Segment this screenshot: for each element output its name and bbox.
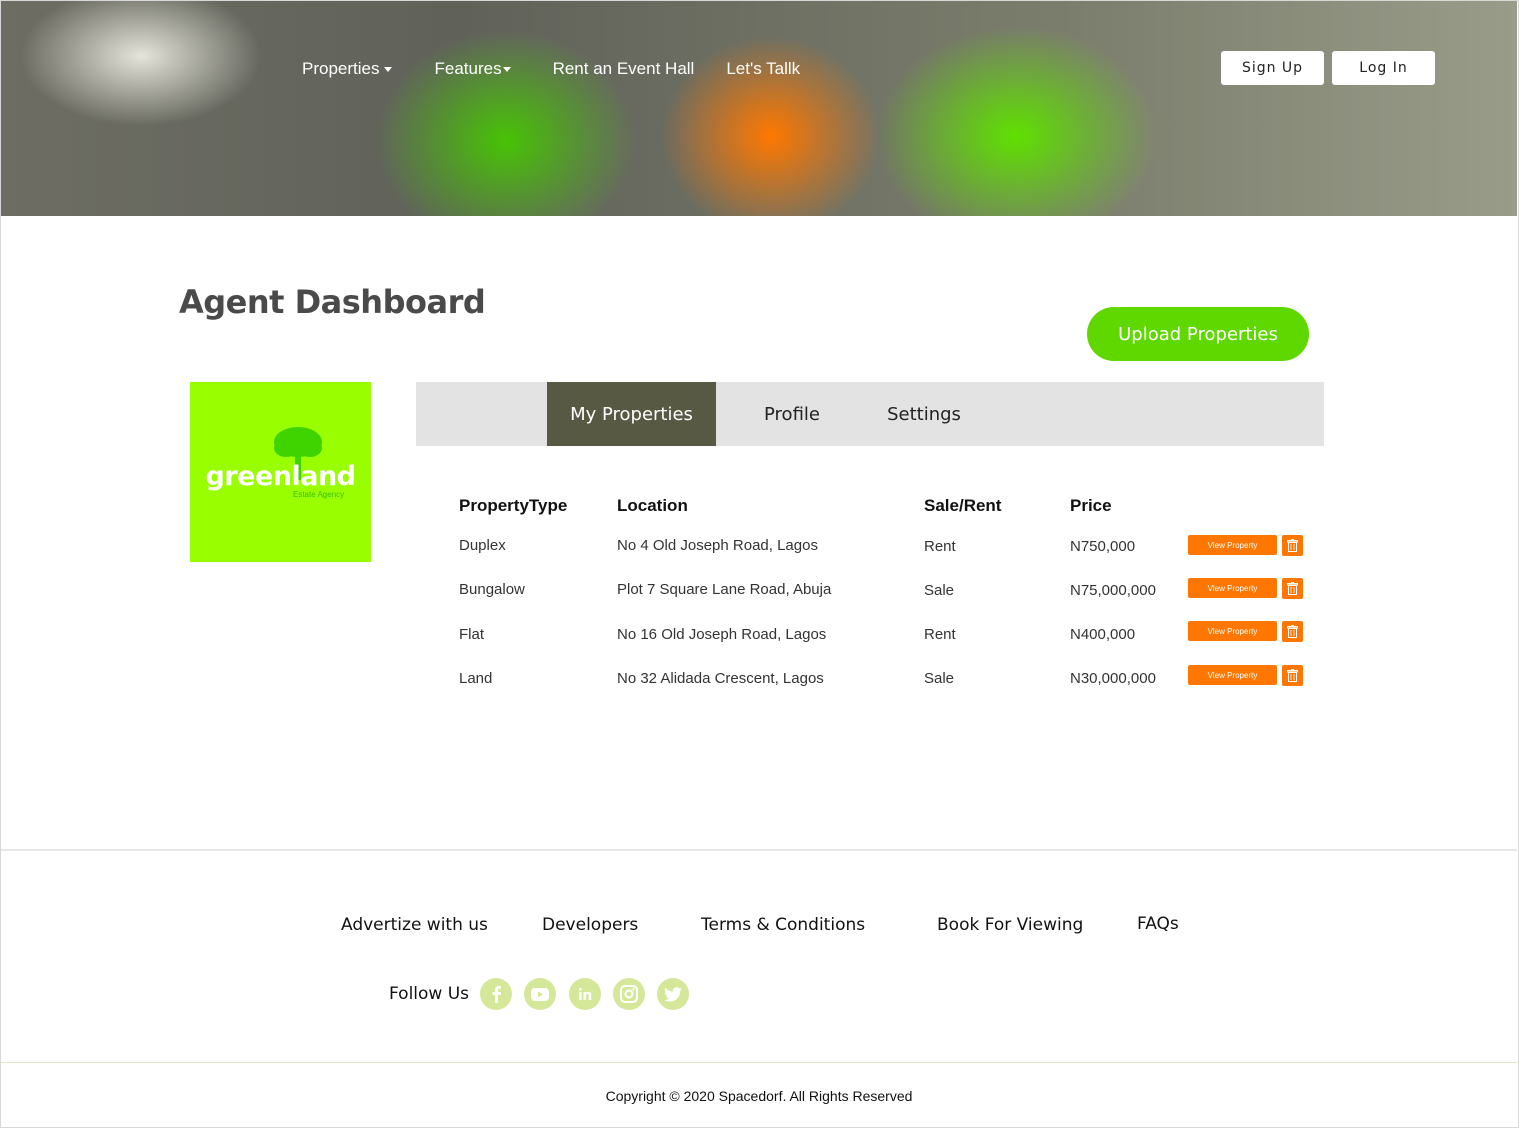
cell-sale-rent: Sale [924, 582, 955, 599]
cell-price: N400,000 [1070, 626, 1136, 643]
view-property-button[interactable]: View Property [1188, 665, 1277, 685]
chevron-down-icon [384, 66, 393, 72]
cell-type: Land [459, 670, 493, 687]
nav-features[interactable]: Features [434, 59, 511, 79]
trash-icon [1287, 582, 1298, 595]
nav-properties[interactable]: Properties [302, 59, 393, 79]
footer-link-book-viewing[interactable]: Book For Viewing [937, 915, 1083, 935]
upload-properties-button[interactable]: Upload Properties [1087, 307, 1309, 361]
delete-button[interactable] [1282, 578, 1303, 599]
twitter-icon[interactable] [657, 978, 689, 1010]
tab-settings[interactable]: Settings [876, 382, 972, 446]
footer-link-developers[interactable]: Developers [542, 915, 638, 935]
logo-subtitle: Estate Agency [293, 490, 345, 499]
cell-sale-rent: Sale [924, 670, 955, 687]
cell-price: N75,000,000 [1070, 582, 1156, 599]
cell-type: Flat [459, 626, 485, 643]
cell-price: N750,000 [1070, 538, 1136, 555]
cell-location: No 16 Old Joseph Road, Lagos [617, 626, 827, 643]
page-title: Agent Dashboard [179, 283, 486, 321]
view-property-button[interactable]: View Property [1188, 621, 1277, 641]
main-nav: Properties Features Rent an Event Hall L… [302, 59, 800, 79]
trash-icon [1287, 669, 1298, 682]
copyright-bar: Copyright © 2020 Spacedorf. All Rights R… [1, 1062, 1517, 1126]
nav-lets-talk[interactable]: Let's Tallk [726, 59, 800, 79]
delete-button[interactable] [1282, 535, 1303, 556]
logo-wordmark: greenland [205, 461, 356, 492]
facebook-icon[interactable] [480, 978, 512, 1010]
hero-header: Properties Features Rent an Event Hall L… [1, 1, 1517, 216]
nav-properties-label: Properties [302, 59, 380, 78]
trash-icon [1287, 625, 1298, 638]
footer-link-terms[interactable]: Terms & Conditions [701, 915, 865, 935]
delete-button[interactable] [1282, 621, 1303, 642]
follow-us-label: Follow Us [389, 984, 470, 1004]
dashboard-tabs: My Properties Profile Settings [416, 382, 1324, 446]
cell-location: No 4 Old Joseph Road, Lagos [617, 537, 818, 554]
agent-logo: greenland Estate Agency [190, 382, 371, 562]
cell-type: Bungalow [459, 581, 525, 598]
chevron-down-icon [502, 66, 511, 72]
nav-features-label: Features [434, 59, 502, 78]
column-header-location: Location [617, 496, 688, 515]
cell-location: Plot 7 Square Lane Road, Abuja [617, 581, 832, 598]
footer: Advertize with us Developers Terms & Con… [1, 849, 1517, 1062]
tab-profile[interactable]: Profile [746, 382, 838, 446]
nav-rent-event-hall[interactable]: Rent an Event Hall [553, 59, 695, 79]
column-header-sale-rent: Sale/Rent [924, 496, 1002, 515]
cell-sale-rent: Rent [924, 626, 956, 643]
column-header-price: Price [1070, 496, 1112, 515]
cell-price: N30,000,000 [1070, 670, 1156, 687]
view-property-button[interactable]: View Property [1188, 535, 1277, 555]
copyright-text: Copyright © 2020 Spacedorf. All Rights R… [605, 1088, 913, 1104]
sign-up-button[interactable]: Sign Up [1221, 51, 1324, 85]
trash-icon [1287, 539, 1298, 552]
footer-link-faqs[interactable]: FAQs [1137, 914, 1179, 934]
cell-location: No 32 Alidada Crescent, Lagos [617, 670, 824, 687]
log-in-button[interactable]: Log In [1332, 51, 1435, 85]
cell-sale-rent: Rent [924, 538, 956, 555]
tab-my-properties[interactable]: My Properties [547, 382, 716, 446]
column-header-property-type: PropertyType [459, 496, 568, 515]
youtube-icon[interactable] [524, 978, 556, 1010]
instagram-icon[interactable] [613, 978, 645, 1010]
view-property-button[interactable]: View Property [1188, 578, 1277, 598]
footer-link-advertize[interactable]: Advertize with us [341, 915, 488, 935]
cell-type: Duplex [459, 537, 506, 554]
linkedin-icon[interactable] [569, 978, 601, 1010]
delete-button[interactable] [1282, 665, 1303, 686]
